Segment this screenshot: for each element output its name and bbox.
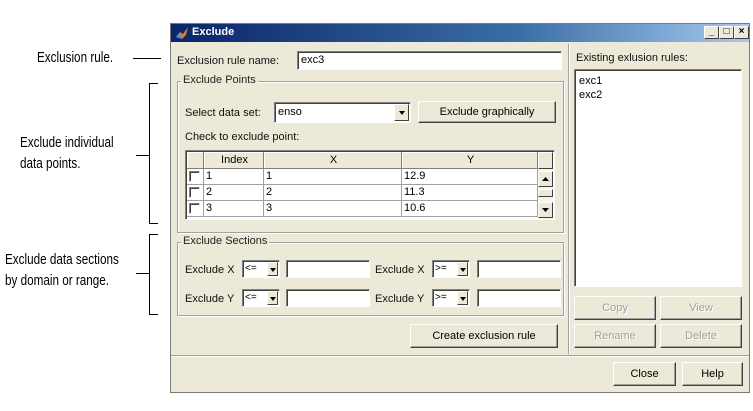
column-header-index[interactable]: Index [204, 152, 264, 169]
scroll-down-button[interactable] [538, 202, 553, 218]
scroll-up-button[interactable] [538, 171, 553, 187]
annotation-exclusion-rule: Exclusion rule. [37, 49, 114, 66]
rule-name-label: Exclusion rule name: [177, 55, 280, 67]
data-set-select[interactable]: enso [274, 102, 411, 123]
chevron-down-icon[interactable] [394, 104, 409, 121]
cell-y[interactable]: 11.3 [402, 185, 538, 201]
annotation-sections-1: Exclude data sections [5, 251, 119, 268]
cell-index[interactable]: 2 [204, 185, 264, 201]
existing-rules-list[interactable]: exc1 exc2 [574, 69, 742, 287]
column-header-y[interactable]: Y [402, 152, 538, 169]
close-window-button[interactable]: × [734, 26, 749, 39]
matlab-icon [176, 27, 188, 39]
table-corner-header [187, 152, 204, 169]
exclude-dialog: Exclude _ □ × Exclusion rule name: exc3 … [170, 23, 750, 393]
create-exclusion-rule-button[interactable]: Create exclusion rule [410, 324, 558, 348]
annotation-bracket [149, 83, 150, 223]
select-data-set-label: Select data set: [185, 107, 261, 119]
points-table: Index X Y 1 1 12.9 2 2 11.3 3 3 10.6 [185, 150, 555, 220]
chevron-down-icon[interactable] [457, 291, 468, 305]
exclude-point-checkbox[interactable] [189, 171, 200, 182]
exclude-x-low-operator[interactable]: <= [242, 260, 280, 278]
exclude-y-low-operator[interactable]: <= [242, 289, 280, 307]
annotation-bracket [149, 234, 150, 314]
annotation-individual-2: data points. [20, 155, 81, 172]
exclude-x-high-input[interactable] [477, 260, 561, 278]
title-bar[interactable]: Exclude _ □ × [171, 24, 749, 42]
minimize-button[interactable]: _ [704, 26, 719, 39]
delete-button[interactable]: Delete [660, 324, 742, 348]
footer-separator [171, 355, 749, 357]
column-header-x[interactable]: X [264, 152, 402, 169]
check-to-exclude-label: Check to exclude point: [185, 131, 300, 143]
cell-index[interactable]: 3 [204, 201, 264, 217]
exclude-point-checkbox[interactable] [189, 203, 200, 214]
exclude-point-checkbox[interactable] [189, 187, 200, 198]
help-button[interactable]: Help [682, 362, 743, 386]
scroll-thumb[interactable] [538, 189, 553, 197]
exclude-sections-legend: Exclude Sections [181, 235, 270, 248]
list-item[interactable]: exc1 [579, 74, 602, 88]
data-set-value: enso [278, 106, 302, 118]
exclude-y-low-input[interactable] [286, 289, 370, 307]
chevron-down-icon [542, 208, 549, 212]
exclude-y-label: Exclude Y [375, 293, 425, 305]
cell-index[interactable]: 1 [204, 169, 264, 185]
panel-separator [568, 44, 570, 354]
rule-name-input[interactable]: exc3 [297, 51, 562, 70]
operator-value: <= [245, 292, 257, 303]
table-row [187, 169, 204, 185]
operator-value: <= [245, 263, 257, 274]
cell-x[interactable]: 2 [264, 185, 402, 201]
table-row [187, 201, 204, 217]
rename-button[interactable]: Rename [574, 324, 656, 348]
cell-y[interactable]: 12.9 [402, 169, 538, 185]
chevron-down-icon[interactable] [457, 262, 468, 276]
cell-x[interactable]: 3 [264, 201, 402, 217]
exclude-x-label: Exclude X [375, 264, 425, 276]
exclude-points-legend: Exclude Points [181, 74, 258, 87]
chevron-up-icon [542, 177, 549, 181]
exclude-x-label: Exclude X [185, 264, 235, 276]
annotation-individual-1: Exclude individual [20, 134, 114, 151]
cell-x[interactable]: 1 [264, 169, 402, 185]
exclude-y-high-input[interactable] [477, 289, 561, 307]
chevron-down-icon[interactable] [267, 291, 278, 305]
exclude-y-label: Exclude Y [185, 293, 235, 305]
operator-value: >= [435, 292, 447, 303]
table-row [187, 185, 204, 201]
exclude-y-high-operator[interactable]: >= [432, 289, 470, 307]
annotation-line [133, 58, 161, 59]
chevron-down-icon[interactable] [267, 262, 278, 276]
exclude-x-high-operator[interactable]: >= [432, 260, 470, 278]
table-header-spacer [538, 152, 553, 169]
existing-rules-label: Existing exlusion rules: [576, 52, 688, 64]
annotation-sections-2: by domain or range. [5, 272, 110, 289]
close-button[interactable]: Close [613, 362, 676, 386]
copy-button[interactable]: Copy [574, 296, 656, 320]
window-title: Exclude [192, 26, 235, 38]
view-button[interactable]: View [660, 296, 742, 320]
cell-y[interactable]: 10.6 [402, 201, 538, 217]
maximize-button[interactable]: □ [719, 26, 734, 39]
operator-value: >= [435, 263, 447, 274]
exclude-x-low-input[interactable] [286, 260, 370, 278]
exclude-graphically-button[interactable]: Exclude graphically [418, 101, 556, 123]
list-item[interactable]: exc2 [579, 88, 602, 102]
